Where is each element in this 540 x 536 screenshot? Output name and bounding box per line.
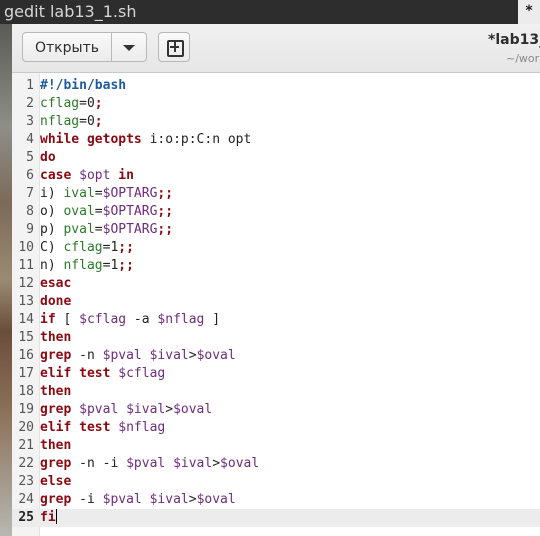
code-text: p) pval=$OPTARG;; <box>40 222 174 237</box>
code-text: o) oval=$OPTARG;; <box>40 204 174 219</box>
code-line[interactable]: 6 case $opt in <box>12 167 540 185</box>
code-line[interactable]: 8 o) oval=$OPTARG;; <box>12 203 540 221</box>
document-title: *lab13_1 <box>488 32 540 48</box>
code-line[interactable]: 12 esac <box>12 275 540 293</box>
line-number: 10 <box>18 240 34 255</box>
plus-icon-v <box>174 42 176 52</box>
new-tab-button[interactable] <box>158 32 190 62</box>
line-number: 3 <box>26 114 34 129</box>
line-number: 6 <box>26 168 34 183</box>
line-number: 13 <box>18 294 34 309</box>
code-line[interactable]: 17 elif test $cflag <box>12 365 540 383</box>
code-line[interactable]: 23 else <box>12 473 540 491</box>
line-number: 15 <box>18 330 34 345</box>
code-text: C) cflag=1;; <box>40 240 134 255</box>
code-text: esac <box>40 276 72 291</box>
code-text: grep -n -i $pval $ival>$oval <box>40 456 260 471</box>
code-text: while getopts i:o:p:C:n opt <box>40 132 252 147</box>
line-number: 8 <box>26 204 34 219</box>
code-text: else <box>40 474 72 489</box>
code-line[interactable]: 13 done <box>12 293 540 311</box>
line-number: 16 <box>18 348 34 363</box>
open-recent-dropdown-button[interactable] <box>112 32 147 62</box>
code-text: grep -n $pval $ival>$oval <box>40 348 236 363</box>
line-number: 20 <box>18 420 34 435</box>
line-number: 12 <box>18 276 34 291</box>
code-text: i) ival=$OPTARG;; <box>40 186 174 201</box>
code-line[interactable]: 1 #!/bin/bash <box>12 77 540 95</box>
code-line[interactable]: 25 fi <box>12 509 540 527</box>
line-number: 25 <box>18 510 34 525</box>
code-text: do <box>40 150 56 165</box>
code-line[interactable]: 15 then <box>12 329 540 347</box>
line-number: 23 <box>18 474 34 489</box>
code-text: n) nflag=1;; <box>40 258 134 273</box>
line-number: 14 <box>18 312 34 327</box>
line-number: 1 <box>26 78 34 93</box>
line-number: 24 <box>18 492 34 507</box>
line-number: 2 <box>26 96 34 111</box>
line-number: 17 <box>18 366 34 381</box>
code-line[interactable]: 9 p) pval=$OPTARG;; <box>12 221 540 239</box>
code-line[interactable]: 19 grep $pval $ival>$oval <box>12 401 540 419</box>
code-line[interactable]: 24 grep -i $pval $ival>$oval <box>12 491 540 509</box>
code-text: case $opt in <box>40 168 134 183</box>
line-number: 5 <box>26 150 34 165</box>
code-line[interactable]: 18 then <box>12 383 540 401</box>
code-line[interactable]: 22 grep -n -i $pval $ival>$oval <box>12 455 540 473</box>
document-path: ~/wor <box>506 52 540 65</box>
code-text: then <box>40 384 72 399</box>
outer-title-bar: gedit lab13_1.sh * <box>0 0 540 24</box>
code-line[interactable]: 11 n) nflag=1;; <box>12 257 540 275</box>
line-number: 9 <box>26 222 34 237</box>
outer-window-title: gedit lab13_1.sh <box>4 2 137 21</box>
chevron-down-icon <box>123 45 135 51</box>
code-text: nflag=0; <box>40 114 103 129</box>
desktop-wallpaper <box>0 24 12 536</box>
code-line[interactable]: 3 nflag=0; <box>12 113 540 131</box>
line-number: 11 <box>18 258 34 273</box>
code-line[interactable]: 14 if [ $cflag -a $nflag ] <box>12 311 540 329</box>
code-line[interactable]: 21 then <box>12 437 540 455</box>
line-number: 4 <box>26 132 34 147</box>
gedit-window: Открыть *lab13_1 ~/wor 1 #!/bin/bash 2 cfla… <box>12 24 540 536</box>
line-number: 21 <box>18 438 34 453</box>
header-bar: Открыть *lab13_1 ~/wor <box>12 24 540 73</box>
code-text: cflag=0; <box>40 96 103 111</box>
code-line[interactable]: 20 elif test $nflag <box>12 419 540 437</box>
text-editor[interactable]: 1 #!/bin/bash 2 cflag=0; 3 nflag=0; 4 while get… <box>12 73 540 536</box>
code-line[interactable]: 2 cflag=0; <box>12 95 540 113</box>
code-text: if [ $cflag -a $nflag ] <box>40 312 221 327</box>
code-line[interactable]: 5 do <box>12 149 540 167</box>
code-text: elif test $nflag <box>40 420 166 435</box>
code-text: fi <box>40 509 57 525</box>
line-number: 22 <box>18 456 34 471</box>
code-text: then <box>40 438 72 453</box>
code-text: #!/bin/bash <box>40 78 127 93</box>
code-text: grep -i $pval $ival>$oval <box>40 492 236 507</box>
code-line[interactable]: 7 i) ival=$OPTARG;; <box>12 185 540 203</box>
line-number: 7 <box>26 186 34 201</box>
line-number: 18 <box>18 384 34 399</box>
code-line[interactable]: 10 C) cflag=1;; <box>12 239 540 257</box>
code-text: elif test $cflag <box>40 366 166 381</box>
code-text: done <box>40 294 72 309</box>
line-number: 19 <box>18 402 34 417</box>
code-line[interactable]: 16 grep -n $pval $ival>$oval <box>12 347 540 365</box>
text-cursor <box>55 509 57 524</box>
code-text: then <box>40 330 72 345</box>
code-text: grep $pval $ival>$oval <box>40 402 213 417</box>
outer-window-tab-marker[interactable]: * <box>518 0 540 24</box>
open-button[interactable]: Открыть <box>22 32 112 62</box>
code-line[interactable]: 4 while getopts i:o:p:C:n opt <box>12 131 540 149</box>
